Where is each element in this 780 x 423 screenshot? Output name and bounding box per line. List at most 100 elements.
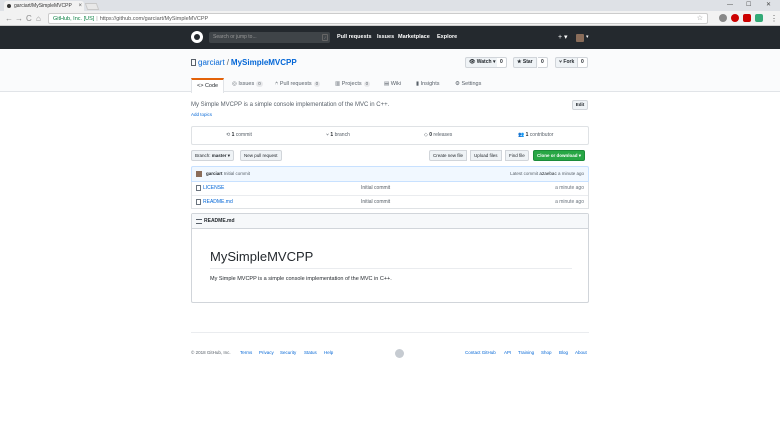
watch-count[interactable]: 0 — [497, 57, 507, 68]
extension-green-icon[interactable] — [755, 14, 763, 22]
commit-age: a minute ago — [557, 171, 584, 176]
forward-icon[interactable]: → — [15, 14, 23, 23]
latest-commit-prefix: Latest commit — [510, 171, 539, 176]
contributors-label: contributor — [529, 132, 554, 138]
file-commit-message[interactable]: Initial commit — [361, 182, 390, 195]
new-pull-request-button[interactable]: New pull request — [240, 150, 282, 161]
repo-owner-link[interactable]: garciart — [198, 58, 225, 67]
file-age: a minute ago — [555, 199, 584, 205]
github-logo-icon[interactable] — [191, 31, 203, 43]
tab-projects[interactable]: ▥ Projects 0 — [335, 78, 371, 92]
upload-files-button[interactable]: Upload files — [470, 150, 502, 161]
footer-link-api[interactable]: API — [504, 333, 511, 373]
tab-pull-requests[interactable]: ⑃ Pull requests 0 — [275, 78, 321, 92]
footer: © 2018 GitHub, Inc. Terms Privacy Securi… — [191, 332, 589, 362]
extension-icon[interactable] — [719, 14, 727, 22]
footer-link-terms[interactable]: Terms — [240, 333, 252, 373]
file-name-link[interactable]: LICENSE — [203, 182, 224, 195]
file-row: README.md Initial commit a minute ago — [192, 195, 588, 208]
repo-header: garciart / MySimpleMVCPP 👁 Watch ▾ 0 ★ Sta… — [0, 49, 780, 93]
readme-divider — [210, 268, 572, 269]
footer-link-security[interactable]: Security — [280, 333, 296, 373]
bookmark-star-icon[interactable]: ☆ — [697, 14, 703, 24]
new-tab-button[interactable] — [84, 3, 100, 10]
commit-author-avatar[interactable] — [196, 171, 202, 177]
browser-menu-icon[interactable]: ⋮ — [770, 14, 778, 23]
watch-button[interactable]: 👁 Watch ▾ — [465, 57, 500, 68]
tab-close-icon[interactable]: × — [78, 1, 82, 11]
fork-count[interactable]: 0 — [578, 57, 588, 68]
nav-pull-requests[interactable]: Pull requests — [337, 32, 372, 43]
tab-wiki[interactable]: ▤ Wiki — [384, 78, 401, 92]
tab-pulls-count: 0 — [313, 81, 321, 87]
branch-value: master ▾ — [211, 153, 231, 158]
github-footer-logo-icon[interactable] — [395, 349, 404, 358]
star-count[interactable]: 0 — [538, 57, 548, 68]
commits-label: commit — [235, 132, 252, 138]
clone-download-button[interactable]: Clone or download ▾ — [533, 150, 586, 161]
create-new-file-button[interactable]: Create new file — [429, 150, 468, 161]
branch-select[interactable]: Branch: master ▾ — [191, 150, 235, 161]
file-age: a minute ago — [555, 185, 584, 191]
add-topics-link[interactable]: Add topics — [191, 112, 212, 117]
avatar-caret-icon[interactable]: ▾ — [586, 32, 589, 43]
footer-link-about[interactable]: About — [575, 333, 587, 373]
readme-body: My Simple MVCPP is a simple console impl… — [210, 276, 392, 282]
branches-link[interactable]: ⑂ 1 branch — [326, 127, 350, 144]
minimize-icon[interactable]: — — [727, 0, 733, 10]
search-input[interactable]: Search or jump to... / — [209, 32, 330, 43]
tab-issues-label: Issues — [238, 81, 255, 87]
footer-link-contact[interactable]: Contact GitHub — [465, 333, 496, 373]
star-button[interactable]: ★ Star — [513, 57, 537, 68]
tab-title: garciart/MySimpleMVCPP — [14, 3, 72, 9]
repo-name-link[interactable]: MySimpleMVCPP — [231, 58, 297, 67]
extension-badge-icon[interactable] — [743, 14, 751, 22]
commits-link[interactable]: ⟲ 1 commit — [226, 127, 252, 144]
footer-link-status[interactable]: Status — [304, 333, 317, 373]
footer-link-privacy[interactable]: Privacy — [259, 333, 274, 373]
nav-marketplace[interactable]: Marketplace — [398, 32, 430, 43]
tab-issues[interactable]: ◎ Issues 0 — [232, 78, 263, 92]
nav-explore[interactable]: Explore — [437, 32, 457, 43]
address-bar[interactable]: GitHub, Inc. [US] | https://github.com/gar… — [48, 13, 708, 24]
find-file-button[interactable]: Find file — [505, 150, 529, 161]
commit-meta: Latest commit a2aebac a minute ago — [510, 167, 584, 181]
tab-insights[interactable]: ▮ Insights — [416, 78, 440, 92]
releases-link[interactable]: ◇ 0 releases — [424, 127, 452, 144]
reload-icon[interactable]: C — [26, 14, 32, 23]
repo-title: garciart / MySimpleMVCPP — [191, 57, 297, 69]
fork-button[interactable]: ⑂ Fork — [555, 57, 579, 68]
commit-author-line: garciart Initial commit — [206, 167, 250, 181]
home-icon[interactable]: ⌂ — [36, 14, 41, 23]
readme-box: README.md MySimpleMVCPP My Simple MVCPP … — [191, 213, 589, 303]
edit-button[interactable]: Edit — [572, 100, 588, 110]
browser-tab[interactable]: garciart/MySimpleMVCPP × — [4, 1, 84, 11]
tab-settings[interactable]: ⚙ Settings — [455, 78, 481, 92]
commit-sha[interactable]: a2aebac — [539, 171, 556, 176]
tab-pulls-label: Pull requests — [279, 81, 312, 87]
commit-author[interactable]: garciart — [206, 171, 223, 176]
contributors-link[interactable]: 👥 1 contributor — [518, 127, 553, 144]
commits-count: 1 — [231, 132, 235, 138]
tab-projects-count: 0 — [363, 81, 371, 87]
commit-message[interactable]: Initial commit — [224, 171, 250, 176]
releases-label: releases — [433, 132, 453, 138]
url-text: https://github.com/garciart/MySimpleMVCP… — [99, 16, 209, 22]
readme-header-label: README.md — [204, 218, 235, 224]
branches-count: 1 — [330, 132, 334, 138]
file-commit-message[interactable]: Initial commit — [361, 196, 390, 209]
maximize-icon[interactable]: ☐ — [746, 0, 751, 10]
opera-extension-icon[interactable] — [731, 14, 739, 22]
window-close-icon[interactable]: ✕ — [766, 0, 771, 10]
tab-projects-label: Projects — [341, 81, 362, 87]
back-icon[interactable]: ← — [5, 14, 13, 23]
nav-issues[interactable]: Issues — [377, 32, 394, 43]
footer-link-training[interactable]: Training — [518, 333, 534, 373]
tab-code[interactable]: <> Code — [191, 78, 225, 93]
footer-link-shop[interactable]: Shop — [541, 333, 552, 373]
avatar[interactable] — [576, 34, 584, 42]
footer-link-blog[interactable]: Blog — [559, 333, 568, 373]
footer-link-help[interactable]: Help — [324, 333, 333, 373]
create-new-menu[interactable]: + ▾ — [558, 32, 568, 43]
file-name-link[interactable]: README.md — [203, 196, 233, 209]
